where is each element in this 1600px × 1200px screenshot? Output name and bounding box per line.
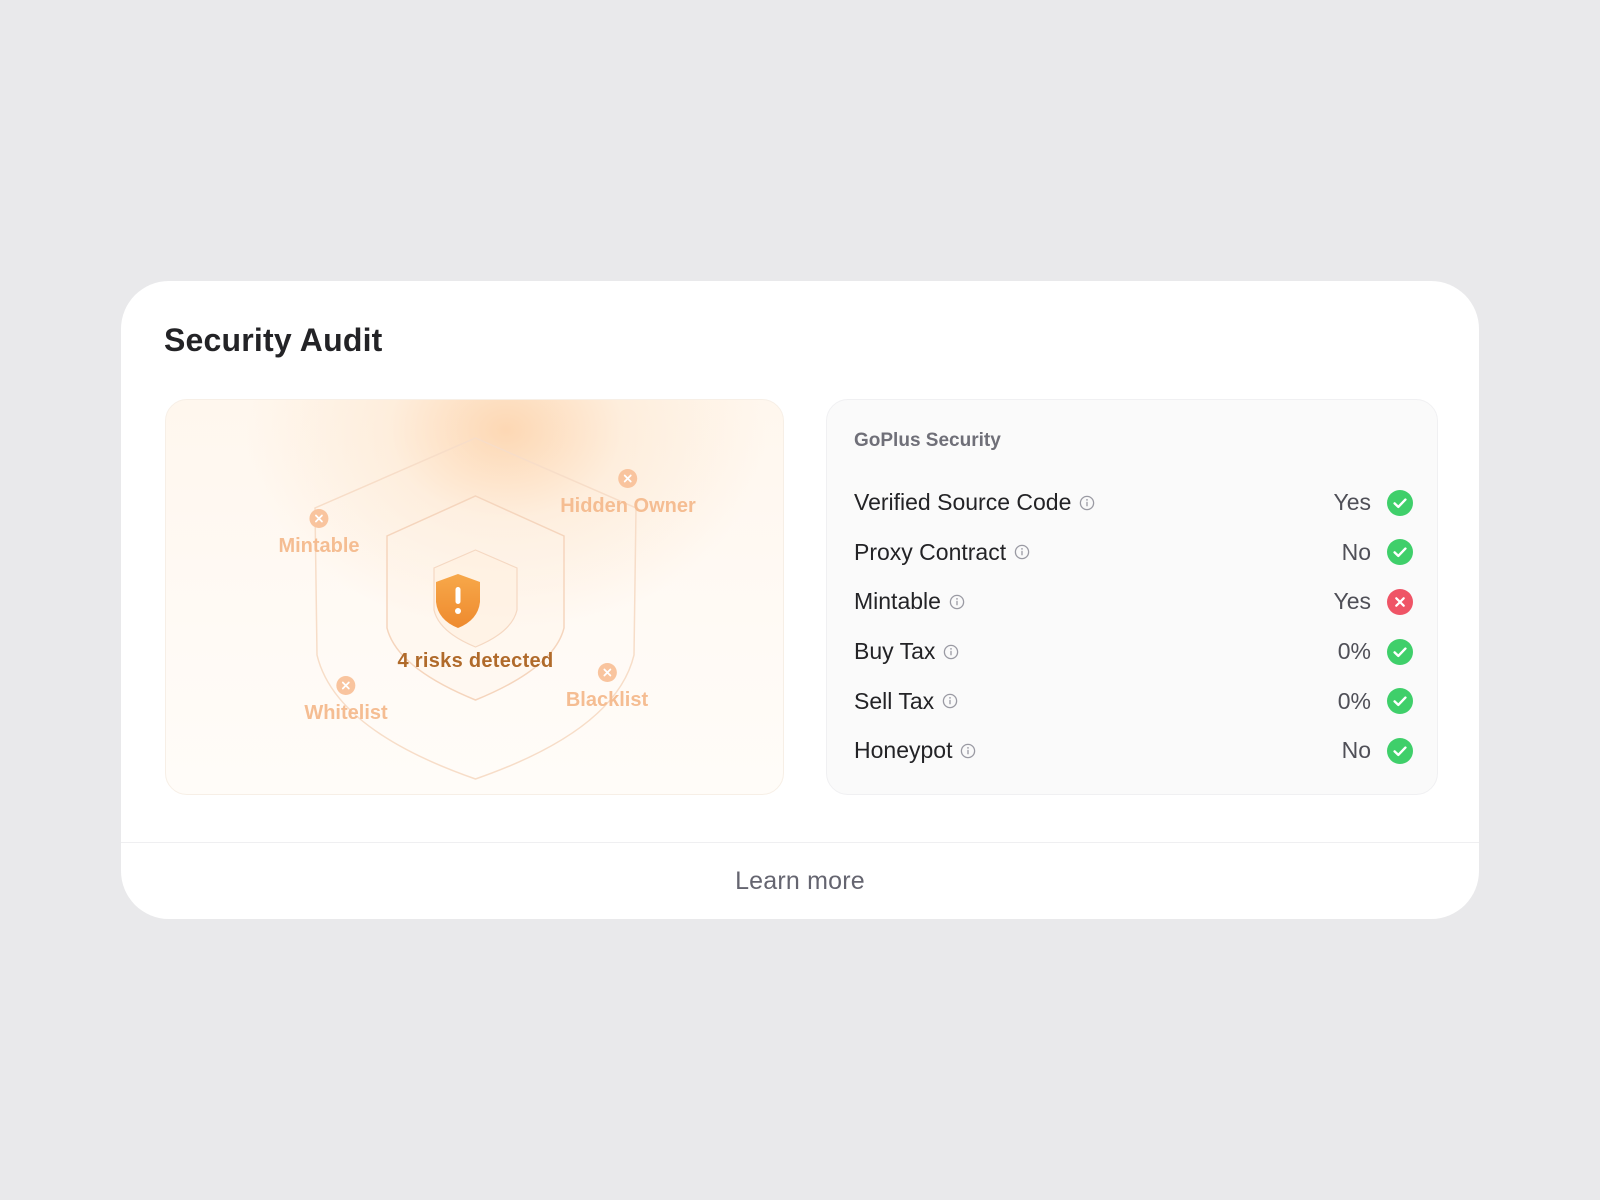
check-value: Yes [1333, 489, 1371, 516]
risks-detected-summary: 4 risks detected [397, 650, 554, 672]
row-right: Yes [1333, 489, 1413, 516]
info-icon[interactable] [943, 644, 959, 660]
check-circle-icon [1387, 489, 1413, 516]
info-icon[interactable] [960, 743, 976, 759]
learn-more-link[interactable]: Learn more [121, 843, 1479, 919]
info-icon[interactable] [1014, 544, 1030, 560]
x-circle-icon [618, 469, 638, 488]
row-right: 0% [1338, 638, 1413, 665]
info-icon[interactable] [949, 594, 965, 610]
check-label-verified-source-code: Verified Source Code [854, 489, 1072, 516]
security-audit-card: Security Audit 4 risks detected Mintable… [121, 281, 1479, 919]
check-circle-icon [1387, 539, 1413, 566]
x-circle-icon [309, 509, 329, 528]
row-left: Sell Tax [854, 688, 958, 715]
check-value: 0% [1337, 687, 1371, 714]
risk-node-mintable: Mintable [278, 509, 360, 558]
check-value: No [1341, 737, 1371, 764]
security-check-row: Mintable Yes [854, 577, 1413, 627]
risk-node-blacklist: Blacklist [566, 663, 648, 712]
info-icon[interactable] [942, 693, 958, 709]
check-value: Yes [1333, 588, 1371, 615]
risk-label: Hidden Owner [560, 495, 696, 517]
check-label-honeypot: Honeypot [854, 737, 953, 764]
check-label-proxy-contract: Proxy Contract [854, 538, 1007, 565]
row-left: Verified Source Code [854, 489, 1095, 516]
x-circle-icon [1387, 588, 1413, 615]
row-right: No [1342, 539, 1413, 566]
risk-visualization-panel: 4 risks detected Mintable Hidden Owner W… [165, 399, 784, 795]
check-circle-icon [1387, 638, 1413, 665]
check-label-sell-tax: Sell Tax [854, 687, 935, 714]
security-check-row: Honeypot No [854, 726, 1413, 776]
security-check-row: Verified Source Code Yes [854, 478, 1413, 528]
goplus-security-panel: GoPlus Security Verified Source Code Yes P… [826, 399, 1438, 795]
risk-label: Mintable [278, 535, 360, 557]
security-check-row: Buy Tax 0% [854, 627, 1413, 677]
row-right: 0% [1338, 688, 1413, 715]
security-check-row: Proxy Contract No [854, 528, 1413, 578]
row-left: Buy Tax [854, 638, 959, 665]
row-left: Proxy Contract [854, 539, 1030, 566]
risk-node-whitelist: Whitelist [304, 676, 388, 725]
x-circle-icon [336, 676, 356, 695]
x-circle-icon [597, 663, 617, 682]
security-check-list: Verified Source Code Yes Proxy Contract No M… [854, 478, 1413, 776]
row-left: Mintable [854, 588, 965, 615]
shield-warning-icon [436, 574, 480, 628]
risk-label: Whitelist [304, 702, 388, 724]
check-circle-icon [1387, 737, 1413, 764]
security-check-row: Sell Tax 0% [854, 676, 1413, 726]
check-circle-icon [1387, 688, 1413, 715]
check-label-mintable: Mintable [854, 588, 941, 615]
check-value: No [1341, 538, 1371, 565]
card-title: Security Audit [164, 322, 383, 358]
check-value: 0% [1337, 638, 1371, 665]
row-right: Yes [1333, 588, 1413, 615]
risk-label: Blacklist [565, 689, 649, 711]
row-right: No [1342, 737, 1413, 764]
check-label-buy-tax: Buy Tax [854, 638, 936, 665]
risk-node-hidden-owner: Hidden Owner [560, 469, 696, 518]
info-icon[interactable] [1079, 495, 1095, 511]
provider-name: GoPlus Security [854, 430, 1001, 451]
row-left: Honeypot [854, 737, 976, 764]
